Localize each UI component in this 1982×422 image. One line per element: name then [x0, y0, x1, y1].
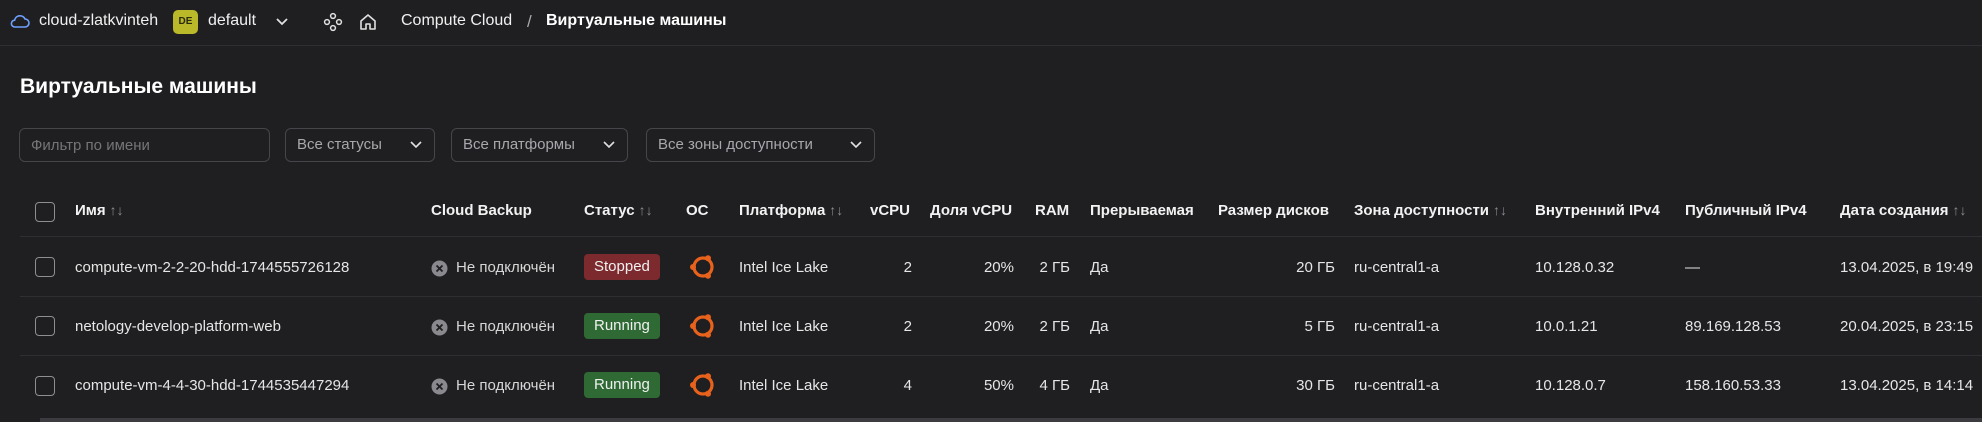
chevron-down-icon	[410, 141, 422, 149]
col-header-name[interactable]: Имя ↑↓	[75, 202, 124, 219]
internal-ip: 10.128.0.7	[1535, 377, 1606, 394]
col-header-preemptible: Прерываемая	[1090, 202, 1194, 219]
cloud-icon	[10, 15, 30, 28]
vm-name[interactable]: netology-develop-platform-web	[75, 318, 281, 335]
backup-status: Не подключён	[456, 259, 556, 276]
col-header-disk-size: Размер дисков	[1218, 202, 1329, 219]
backup-status: Не подключён	[456, 377, 556, 394]
preemptible: Да	[1090, 318, 1109, 335]
divider	[20, 296, 1982, 297]
folder-name[interactable]: default	[208, 12, 256, 30]
col-header-internal-ip: Внутренний IPv4	[1535, 202, 1660, 219]
zone-filter-value: Все зоны доступности	[658, 136, 813, 153]
zone: ru-central1-a	[1354, 259, 1440, 276]
divider	[20, 236, 1982, 237]
vcpu-share: 20%	[983, 318, 1014, 335]
col-header-backup: Cloud Backup	[431, 202, 532, 219]
ubuntu-icon	[690, 314, 714, 338]
disk-size: 20 ГБ	[1296, 259, 1335, 276]
folder-badge: DE	[173, 10, 198, 34]
chevron-down-icon	[850, 141, 862, 149]
col-status-label: Статус	[584, 202, 635, 219]
cloud-name[interactable]: cloud-zlatkvinteh	[39, 12, 158, 30]
status-badge: Running	[584, 313, 660, 339]
preemptible: Да	[1090, 259, 1109, 276]
col-header-created[interactable]: Дата создания ↑↓	[1840, 202, 1967, 219]
vcpu: 4	[903, 377, 912, 394]
breadcrumb-compute-cloud[interactable]: Compute Cloud	[401, 12, 512, 30]
chevron-down-icon	[603, 141, 615, 149]
status-badge: Stopped	[584, 254, 660, 280]
divider	[20, 355, 1982, 356]
top-bar: cloud-zlatkvinteh DE default Compute Clo…	[0, 0, 1982, 46]
sort-icon[interactable]: ↑↓	[829, 202, 843, 218]
col-zone-label: Зона доступности	[1354, 202, 1490, 219]
sort-icon[interactable]: ↑↓	[110, 202, 124, 218]
preemptible: Да	[1090, 377, 1109, 394]
status-filter-select[interactable]: Все статусы	[285, 128, 435, 162]
col-header-os: ОС	[686, 202, 709, 219]
ram: 2 ГБ	[1039, 318, 1070, 335]
public-ip: —	[1685, 259, 1700, 276]
created-date: 13.04.2025, в 19:49	[1840, 259, 1974, 276]
internal-ip: 10.0.1.21	[1535, 318, 1598, 335]
public-ip: 158.160.53.33	[1685, 377, 1781, 394]
created-date: 13.04.2025, в 14:14	[1840, 377, 1974, 394]
zone: ru-central1-a	[1354, 377, 1440, 394]
platform-filter-select[interactable]: Все платформы	[451, 128, 628, 162]
col-header-platform[interactable]: Платформа ↑↓	[739, 202, 843, 219]
services-nodes-icon[interactable]	[322, 11, 344, 33]
zone: ru-central1-a	[1354, 318, 1440, 335]
vcpu-share: 20%	[983, 259, 1014, 276]
row-checkbox[interactable]	[35, 316, 55, 336]
select-all-checkbox[interactable]	[35, 202, 55, 222]
ram: 2 ГБ	[1039, 259, 1070, 276]
vcpu: 2	[903, 259, 912, 276]
internal-ip: 10.128.0.32	[1535, 259, 1615, 276]
zone-filter-select[interactable]: Все зоны доступности	[646, 128, 875, 162]
name-filter-input[interactable]	[19, 128, 270, 162]
breadcrumb-separator: /	[527, 12, 532, 31]
col-header-ram: RAM	[1035, 202, 1070, 219]
disk-size: 30 ГБ	[1296, 377, 1335, 394]
chevron-down-icon[interactable]	[272, 14, 292, 30]
breadcrumb-current: Виртуальные машины	[546, 12, 727, 29]
platform: Intel Ice Lake	[739, 377, 829, 394]
ubuntu-icon	[690, 373, 714, 397]
col-header-public-ip: Публичный IPv4	[1685, 202, 1807, 219]
col-header-vcpu: vCPU	[870, 202, 911, 219]
vm-name[interactable]: compute-vm-4-4-30-hdd-1744535447294	[75, 377, 349, 394]
col-header-status[interactable]: Статус ↑↓	[584, 202, 653, 219]
col-header-zone[interactable]: Зона доступности ↑↓	[1354, 202, 1507, 219]
platform: Intel Ice Lake	[739, 259, 829, 276]
page-title: Виртуальные машины	[20, 75, 257, 98]
platform-filter-value: Все платформы	[463, 136, 575, 153]
platform: Intel Ice Lake	[739, 318, 829, 335]
backup-off-icon	[431, 378, 448, 395]
ubuntu-icon	[690, 255, 714, 279]
vcpu: 2	[903, 318, 912, 335]
sort-icon[interactable]: ↑↓	[1493, 202, 1507, 218]
backup-off-icon	[431, 260, 448, 277]
status-badge: Running	[584, 372, 660, 398]
sort-icon[interactable]: ↑↓	[639, 202, 653, 218]
home-icon[interactable]	[357, 11, 379, 33]
backup-status: Не подключён	[456, 318, 556, 335]
col-header-vcpu-share: Доля vCPU	[930, 202, 1013, 219]
horizontal-scrollbar[interactable]	[40, 418, 1982, 422]
row-checkbox[interactable]	[35, 376, 55, 396]
status-filter-value: Все статусы	[297, 136, 382, 153]
vm-name[interactable]: compute-vm-2-2-20-hdd-1744555726128	[75, 259, 349, 276]
col-created-label: Дата создания	[1840, 202, 1949, 219]
backup-off-icon	[431, 319, 448, 336]
vcpu-share: 50%	[983, 377, 1014, 394]
col-platform-label: Платформа	[739, 202, 826, 219]
created-date: 20.04.2025, в 23:15	[1840, 318, 1974, 335]
col-name-label: Имя	[75, 202, 106, 219]
ram: 4 ГБ	[1039, 377, 1070, 394]
row-checkbox[interactable]	[35, 257, 55, 277]
disk-size: 5 ГБ	[1304, 318, 1335, 335]
sort-icon[interactable]: ↑↓	[1953, 202, 1967, 218]
public-ip: 89.169.128.53	[1685, 318, 1781, 335]
